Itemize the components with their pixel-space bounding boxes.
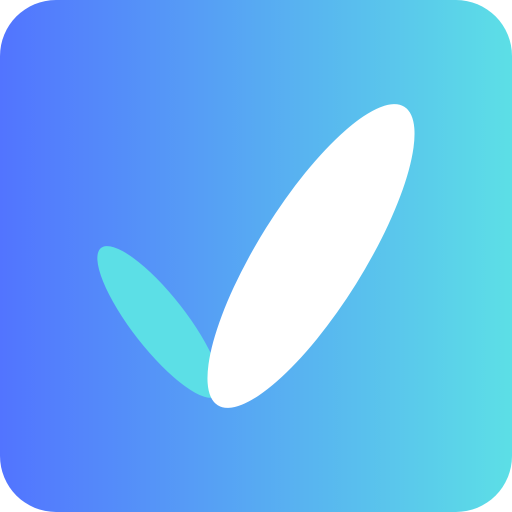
app-icon [0,0,512,512]
checkmark-icon [0,0,512,512]
